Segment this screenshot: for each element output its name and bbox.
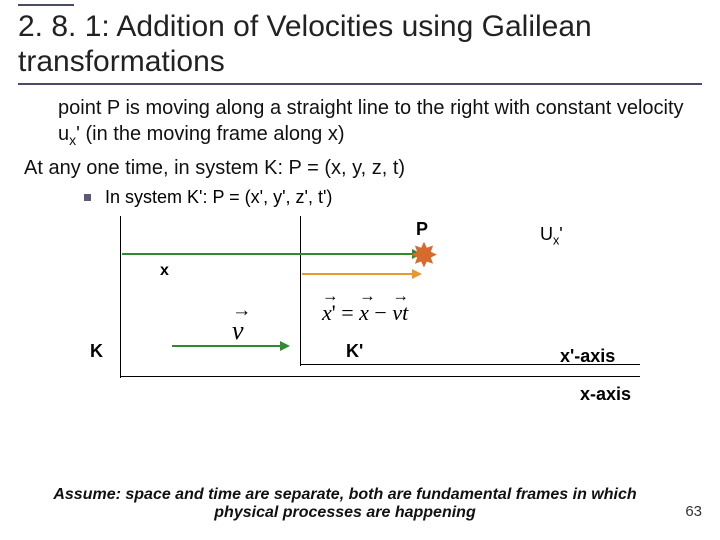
bullet-square-icon	[84, 194, 91, 201]
slide: 2. 8. 1: Addition of Velocities using Ga…	[0, 0, 720, 540]
eq-x-rhs: x	[359, 300, 369, 326]
slide-number: 63	[685, 503, 702, 520]
title-block: 2. 8. 1: Addition of Velocities using Ga…	[18, 10, 702, 85]
slide-title: 2. 8. 1: Addition of Velocities using Ga…	[18, 10, 702, 79]
label-k: K	[90, 341, 103, 362]
bullet-1: In system K': P = (x', y', z', t')	[84, 187, 702, 208]
paragraph-2: At any one time, in system K: P = (x, y,…	[24, 155, 702, 181]
point-p-star-icon: ✸	[410, 239, 439, 273]
paragraph-1: point P is moving along a straight line …	[58, 95, 702, 149]
k-frame-x-axis	[120, 376, 640, 377]
v-symbol: v	[232, 316, 244, 346]
footer-assumption: Assume: space and time are separate, bot…	[30, 486, 660, 522]
equation-xprime: x' = x − vt	[322, 300, 408, 326]
label-ux: Ux'	[540, 224, 563, 248]
label-x: x	[160, 262, 169, 280]
velocity-diagram: ✸ P Ux' x K K' x'-axis x-axis v x' = x −…	[40, 216, 680, 396]
label-v-vector: v	[232, 316, 244, 346]
eq-x-lhs: x	[322, 300, 332, 326]
label-ux-prime: '	[559, 224, 562, 244]
eq-equals: =	[336, 300, 359, 325]
label-p: P	[416, 219, 428, 240]
kprime-frame-y-axis	[300, 216, 301, 366]
para1-text-b: ' (in the moving frame along x)	[76, 123, 344, 145]
label-xprime-axis: x'-axis	[560, 346, 615, 367]
bullet-1-text: In system K': P = (x', y', z', t')	[105, 187, 332, 208]
eq-v: v	[392, 300, 402, 326]
label-x-axis: x-axis	[580, 384, 631, 405]
k-frame-y-axis	[120, 216, 121, 378]
label-ux-u: U	[540, 224, 553, 244]
label-kprime: K'	[346, 341, 363, 362]
